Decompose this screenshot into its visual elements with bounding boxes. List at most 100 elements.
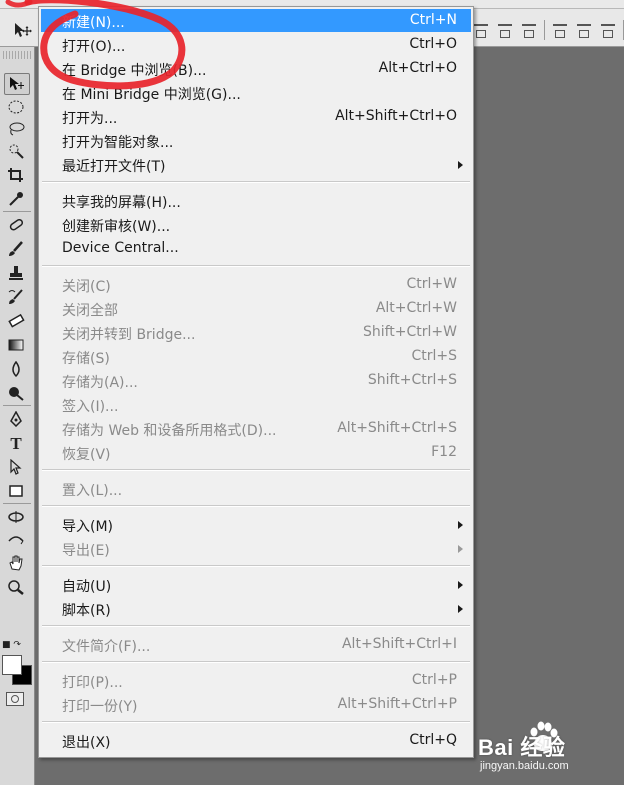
lasso-tool-icon[interactable] xyxy=(4,119,28,139)
menu-item-label: 置入(L)... xyxy=(62,483,123,499)
foreground-color-swatch[interactable] xyxy=(2,655,22,675)
move-tool-options-icon[interactable] xyxy=(12,21,34,39)
path-selection-tool-icon[interactable] xyxy=(4,457,28,477)
menu-item-shortcut: Alt+Ctrl+O xyxy=(378,60,457,76)
menu-item-label: 打开为智能对象... xyxy=(62,135,174,151)
menu-item-label: 新建(N)... xyxy=(62,15,125,31)
menu-item-shortcut: Ctrl+S xyxy=(411,348,457,364)
menu-separator xyxy=(42,721,470,723)
menu-separator xyxy=(42,505,470,507)
distribute-right-icon[interactable] xyxy=(599,21,617,39)
menu-item: 文件简介(F)... Alt+Shift+Ctrl+I xyxy=(41,633,471,656)
crop-tool-icon[interactable] xyxy=(4,165,28,185)
watermark-logo-text: Bai 经验 xyxy=(478,735,566,760)
menu-item: 恢复(V) F12 xyxy=(41,441,471,464)
menu-item-label: 打开为... xyxy=(62,111,118,127)
submenu-arrow-icon xyxy=(458,521,463,529)
menu-item-shortcut: Alt+Shift+Ctrl+O xyxy=(335,108,457,124)
marquee-tool-icon[interactable] xyxy=(4,97,28,117)
menu-item-label: 存储为(A)... xyxy=(62,375,138,391)
menu-item[interactable]: 新建(N)... Ctrl+N xyxy=(41,9,471,32)
align-buttons xyxy=(472,19,624,41)
menu-item[interactable]: 打开为智能对象... xyxy=(41,129,471,152)
menu-item-label: 导入(M) xyxy=(62,519,114,535)
menu-item-label: 在 Mini Bridge 中浏览(G)... xyxy=(62,87,241,103)
menu-separator xyxy=(42,661,470,663)
menu-item[interactable]: 打开(O)... Ctrl+O xyxy=(41,33,471,56)
menu-item-shortcut: Shift+Ctrl+W xyxy=(362,324,457,340)
dodge-tool-icon[interactable] xyxy=(4,383,28,403)
eyedropper-tool-icon[interactable] xyxy=(4,189,28,209)
hand-tool-icon[interactable] xyxy=(4,553,28,573)
menu-item-label: 签入(I)... xyxy=(62,399,119,415)
move-tool-icon[interactable] xyxy=(4,73,30,95)
menu-item[interactable]: 在 Bridge 中浏览(B)... Alt+Ctrl+O xyxy=(41,57,471,80)
align-vcenter-icon[interactable] xyxy=(496,21,514,39)
shape-tool-icon[interactable] xyxy=(4,481,28,501)
distribute-hcenter-icon[interactable] xyxy=(575,21,593,39)
menu-item-label: 脚本(R) xyxy=(62,603,111,619)
blur-tool-icon[interactable] xyxy=(4,359,28,379)
menu-separator xyxy=(42,625,470,627)
menu-item-label: 恢复(V) xyxy=(62,447,111,463)
menu-item-shortcut: Ctrl+Q xyxy=(409,732,457,748)
menu-item[interactable]: 创建新审核(W)... xyxy=(41,213,471,236)
align-bottom-icon[interactable] xyxy=(520,21,538,39)
menu-item-label: 打印一份(Y) xyxy=(62,699,138,715)
menu-separator xyxy=(42,565,470,567)
menu-item: 置入(L)... xyxy=(41,477,471,500)
menu-item-shortcut: Ctrl+P xyxy=(411,672,457,688)
align-top-icon[interactable] xyxy=(472,21,490,39)
menu-item: 关闭全部 Alt+Ctrl+W xyxy=(41,297,471,320)
menu-item[interactable]: Device Central... xyxy=(41,237,471,260)
menu-item[interactable]: 在 Mini Bridge 中浏览(G)... xyxy=(41,81,471,104)
menu-item-label: 最近打开文件(T) xyxy=(62,159,166,175)
submenu-arrow-icon xyxy=(458,545,463,553)
divider xyxy=(3,405,31,406)
type-tool-icon[interactable]: T xyxy=(4,433,28,453)
watermark: Bai 经验 jingyan.baidu.com xyxy=(478,712,624,782)
pen-tool-icon[interactable] xyxy=(4,409,28,429)
clone-stamp-tool-icon[interactable] xyxy=(4,263,28,283)
brush-tool-icon[interactable] xyxy=(4,239,28,259)
3d-orbit-tool-icon[interactable] xyxy=(4,531,28,551)
menu-item-label: 关闭(C) xyxy=(62,279,111,295)
toolbox-grip[interactable] xyxy=(3,51,31,59)
submenu-arrow-icon xyxy=(458,581,463,589)
menu-item-shortcut: F12 xyxy=(431,444,457,460)
zoom-tool-icon[interactable] xyxy=(4,577,28,597)
menu-item-label: 创建新审核(W)... xyxy=(62,219,171,235)
menu-item[interactable]: 共享我的屏幕(H)... xyxy=(41,189,471,212)
quick-selection-tool-icon[interactable] xyxy=(4,141,28,161)
menu-item: 导出(E) xyxy=(41,537,471,560)
default-colors-icon[interactable]: ■ ↷ xyxy=(2,640,21,650)
distribute-left-icon[interactable] xyxy=(551,21,569,39)
3d-rotate-tool-icon[interactable] xyxy=(4,507,28,527)
divider xyxy=(3,211,31,212)
submenu-arrow-icon xyxy=(458,605,463,613)
toolbox: T ■ ↷ xyxy=(0,47,35,785)
menu-item[interactable]: 导入(M) xyxy=(41,513,471,536)
menu-item: 存储为 Web 和设备所用格式(D)... Alt+Shift+Ctrl+S xyxy=(41,417,471,440)
menu-item[interactable]: 退出(X) Ctrl+Q xyxy=(41,729,471,752)
gradient-tool-icon[interactable] xyxy=(4,335,28,355)
quick-mask-icon[interactable] xyxy=(6,692,24,706)
menu-item[interactable]: 脚本(R) xyxy=(41,597,471,620)
menu-separator xyxy=(42,181,470,183)
menu-item: 打印一份(Y) Alt+Shift+Ctrl+P xyxy=(41,693,471,716)
menu-item-label: 关闭全部 xyxy=(62,303,118,319)
menu-item: 存储(S) Ctrl+S xyxy=(41,345,471,368)
menu-item-label: 共享我的屏幕(H)... xyxy=(62,195,181,211)
menu-item-shortcut: Alt+Shift+Ctrl+I xyxy=(341,636,457,652)
healing-brush-tool-icon[interactable] xyxy=(4,215,28,235)
menu-item-shortcut: Alt+Ctrl+W xyxy=(375,300,457,316)
history-brush-tool-icon[interactable] xyxy=(4,287,28,307)
menu-item[interactable]: 最近打开文件(T) xyxy=(41,153,471,176)
eraser-tool-icon[interactable] xyxy=(4,311,28,331)
menu-item[interactable]: 自动(U) xyxy=(41,573,471,596)
menu-item-shortcut: Ctrl+N xyxy=(409,12,457,28)
menu-separator xyxy=(42,469,470,471)
menu-item[interactable]: 打开为... Alt+Shift+Ctrl+O xyxy=(41,105,471,128)
menu-item-label: 关闭并转到 Bridge... xyxy=(62,327,196,343)
menu-item-label: 在 Bridge 中浏览(B)... xyxy=(62,63,207,79)
